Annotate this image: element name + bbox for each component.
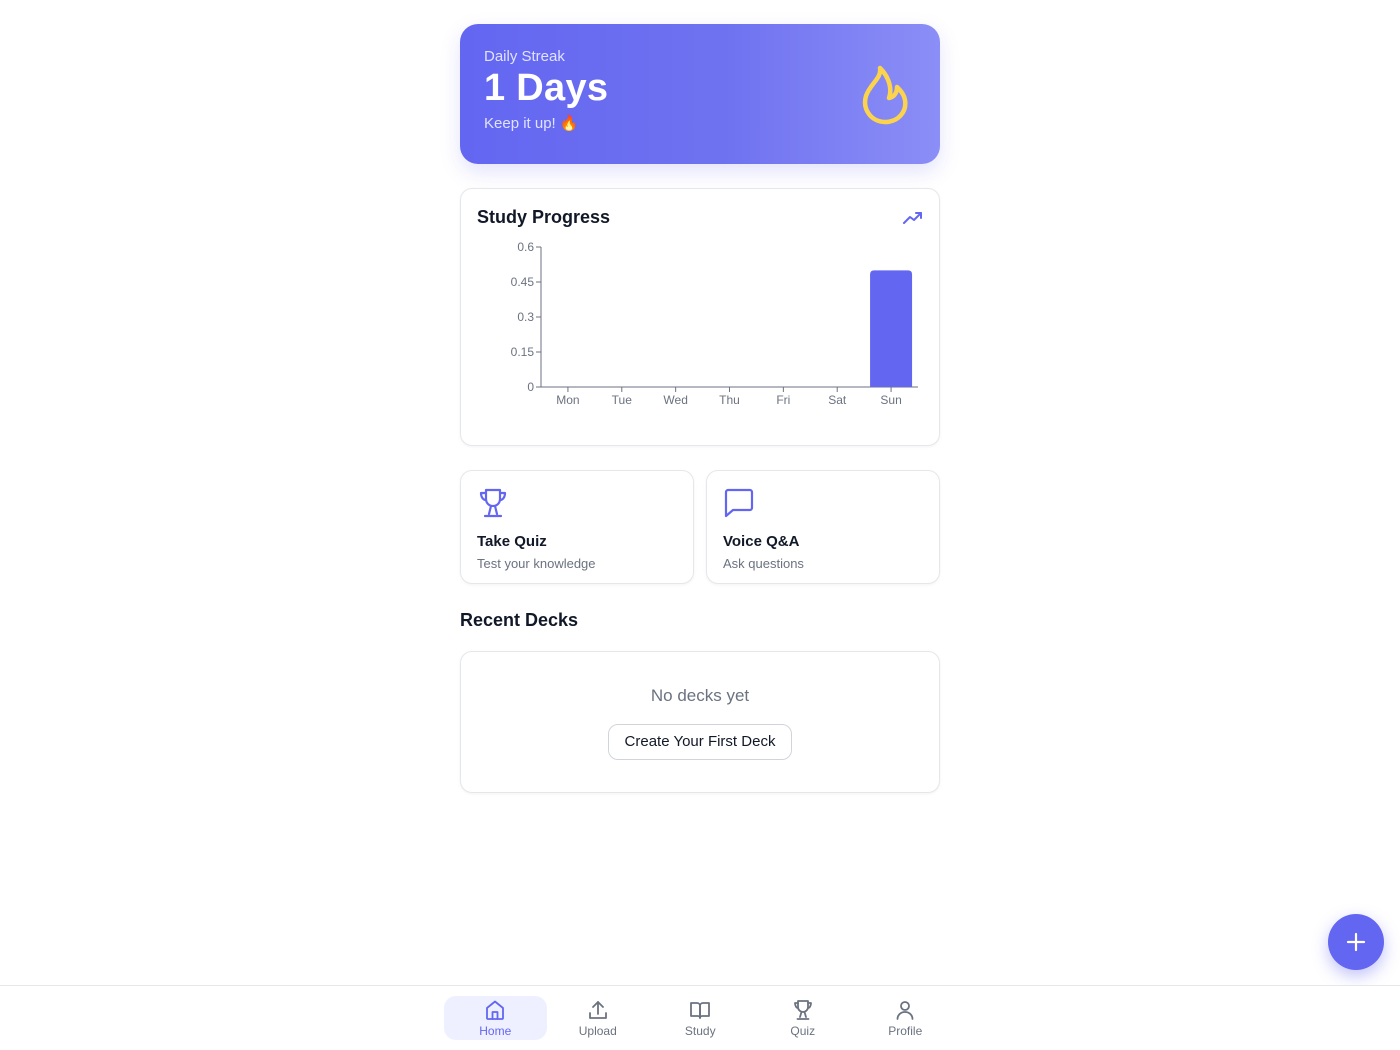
voice-qa-card[interactable]: Voice Q&A Ask questions	[706, 470, 940, 584]
upload-icon	[588, 1000, 607, 1019]
y-axis: 0 0.15 0.3 0.45 0.6	[511, 241, 542, 394]
take-quiz-title: Take Quiz	[477, 533, 547, 550]
x-axis: Mon Tue Wed Thu Fri Sat Sun	[541, 386, 918, 407]
trending-up-icon	[903, 212, 922, 224]
app-page: Daily Streak 1 Days Keep it up! 🔥 Study …	[0, 0, 1400, 1050]
add-fab-button[interactable]	[1328, 914, 1384, 970]
bar-sun[interactable]	[870, 270, 913, 387]
study-progress-card: Study Progress 0 0.15 0.3 0.45 0.6 Mon Tue Wed…	[460, 188, 940, 446]
trophy-icon	[793, 999, 812, 1020]
bottom-navigation: Home Upload Study Quiz Profile	[0, 985, 1400, 1050]
x-tick-label: Tue	[612, 393, 633, 407]
y-tick-label: 0	[527, 380, 534, 394]
home-icon	[486, 1000, 505, 1020]
plus-icon	[1346, 932, 1366, 952]
x-tick-label: Thu	[719, 393, 740, 407]
nav-items: Home Upload Study Quiz Profile	[444, 996, 957, 1040]
voice-qa-subtitle: Ask questions	[723, 556, 804, 571]
x-tick-label: Fri	[776, 393, 790, 407]
book-open-icon	[690, 1001, 711, 1019]
study-progress-chart: 0 0.15 0.3 0.45 0.6 Mon Tue Wed Thu Fri Sat Sun	[511, 241, 918, 407]
create-first-deck-button[interactable]: Create Your First Deck	[607, 724, 793, 760]
user-icon	[896, 1000, 914, 1020]
quick-actions: Take Quiz Test your knowledge Voice Q&A …	[460, 470, 940, 584]
daily-streak-card: Daily Streak 1 Days Keep it up! 🔥	[460, 24, 940, 164]
streak-label: Daily Streak	[484, 48, 565, 65]
recent-decks-card: No decks yet Create Your First Deck	[460, 651, 940, 793]
nav-label-home: Home	[479, 1023, 512, 1038]
empty-decks-text: No decks yet	[650, 686, 750, 705]
nav-item-study[interactable]: Study	[649, 996, 752, 1040]
x-tick-label: Wed	[663, 393, 687, 407]
nav-item-home[interactable]: Home	[444, 996, 547, 1040]
nav-item-profile[interactable]: Profile	[854, 996, 957, 1040]
streak-value: 1 Days	[484, 67, 609, 109]
y-tick-label: 0.3	[517, 310, 534, 324]
main-content: Daily Streak 1 Days Keep it up! 🔥 Study …	[460, 24, 940, 793]
streak-subtitle: Keep it up! 🔥	[484, 115, 579, 132]
flame-icon	[862, 65, 908, 125]
take-quiz-card[interactable]: Take Quiz Test your knowledge	[460, 470, 694, 584]
nav-item-quiz[interactable]: Quiz	[752, 996, 855, 1040]
nav-label-quiz: Quiz	[790, 1023, 816, 1038]
nav-label-upload: Upload	[578, 1023, 617, 1038]
nav-label-study: Study	[684, 1023, 716, 1038]
bar-series	[870, 270, 913, 387]
nav-label-profile: Profile	[888, 1023, 923, 1038]
x-tick-label: Mon	[556, 393, 579, 407]
message-square-icon	[724, 488, 754, 518]
voice-qa-title: Voice Q&A	[723, 533, 800, 550]
nav-item-upload[interactable]: Upload	[547, 996, 650, 1040]
recent-decks-title: Recent Decks	[460, 610, 579, 630]
x-tick-label: Sat	[828, 393, 847, 407]
x-tick-label: Sun	[880, 393, 901, 407]
y-tick-label: 0.45	[511, 275, 535, 289]
take-quiz-subtitle: Test your knowledge	[477, 556, 596, 571]
trophy-icon	[479, 488, 507, 518]
y-tick-label: 0.15	[511, 345, 535, 359]
y-tick-label: 0.6	[517, 241, 534, 254]
study-progress-title: Study Progress	[477, 207, 611, 227]
